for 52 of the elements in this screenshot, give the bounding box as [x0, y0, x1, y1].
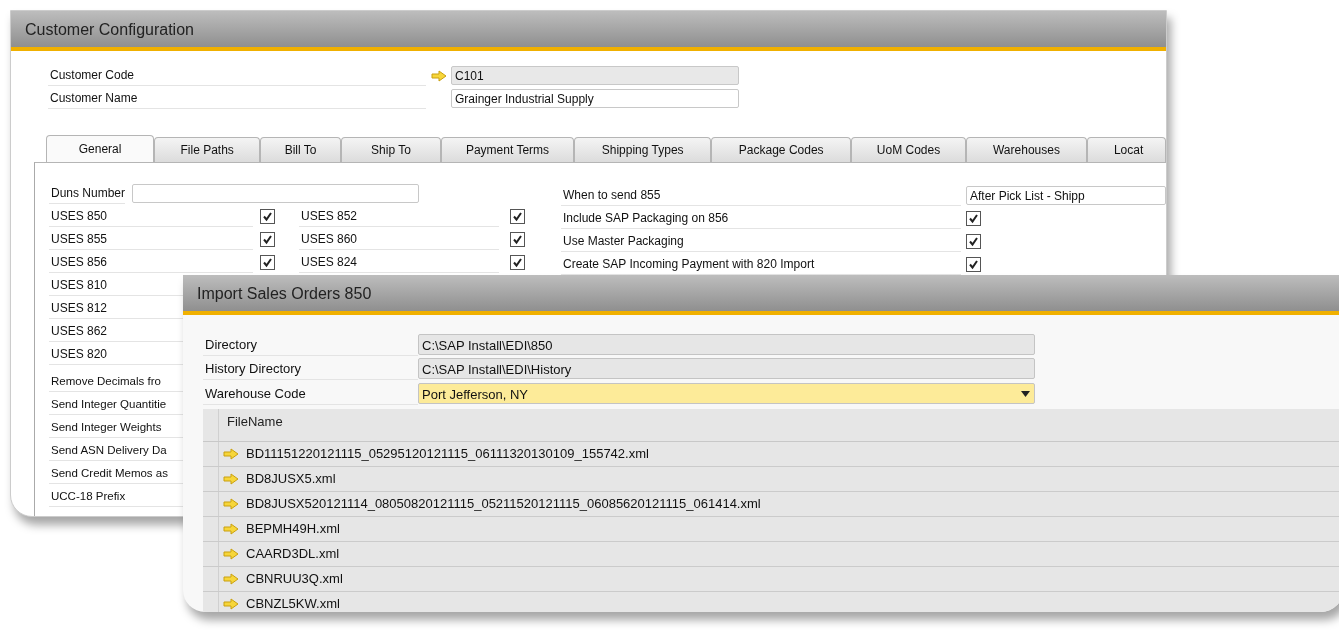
checkbox[interactable]: [260, 209, 275, 224]
field-label: Directory: [203, 332, 418, 356]
window-title: Import Sales Orders 850: [183, 275, 1339, 315]
tab[interactable]: Locat: [1086, 137, 1166, 162]
field-label: Duns Number: [49, 183, 126, 204]
tab[interactable]: File Paths: [154, 137, 261, 162]
field-label: USES 850: [49, 206, 253, 227]
table-cell: CBNZL5KW.xml: [246, 596, 340, 611]
table-cell: BEPMH49H.xml: [246, 521, 340, 536]
tab[interactable]: Package Codes: [711, 137, 851, 162]
checkbox[interactable]: [510, 209, 525, 224]
text-field[interactable]: C101: [451, 66, 739, 85]
text-field[interactable]: Grainger Industrial Supply: [451, 89, 739, 108]
tab[interactable]: Ship To: [340, 137, 442, 162]
checkbox[interactable]: [966, 257, 981, 272]
tab[interactable]: Warehouses: [966, 137, 1087, 162]
field-label: USES 860: [299, 229, 499, 250]
tab[interactable]: Payment Terms: [441, 137, 574, 162]
field-label: Warehouse Code: [203, 381, 418, 405]
field-label: Include SAP Packaging on 856: [561, 208, 961, 229]
field-label: Customer Code: [48, 65, 426, 86]
text-field[interactable]: [132, 184, 420, 203]
table-cell: BD8JUSX520121114_08050820121115_05211520121115_06085620121115_061414.xml: [246, 496, 761, 511]
tab[interactable]: UoM Codes: [851, 137, 966, 162]
checkbox[interactable]: [510, 232, 525, 247]
table-cell: CAARD3DL.xml: [246, 546, 340, 561]
table-cell: BD8JUSX5.xml: [246, 471, 336, 486]
checkbox[interactable]: [260, 255, 275, 270]
dropdown-field[interactable]: Port Jefferson, NY: [418, 382, 1035, 404]
caret-icon[interactable]: [1021, 390, 1030, 397]
text-field[interactable]: C:\SAP Install\EDI\History: [418, 358, 1035, 380]
tab[interactable]: Bill To: [260, 137, 341, 162]
field-label: Customer Name: [48, 88, 426, 109]
checkbox[interactable]: [510, 255, 525, 270]
field-label: USES 824: [299, 252, 499, 273]
field-label: History Directory: [203, 357, 418, 381]
table-cell: BD11151220121115_05295120121115_06111320130109_155742.xml: [246, 446, 649, 461]
checkbox[interactable]: [260, 232, 275, 247]
field-label: Use Master Packaging: [561, 231, 961, 252]
field-label: USES 855: [49, 229, 253, 250]
window-title: Customer Configuration: [11, 11, 1166, 51]
checkbox[interactable]: [966, 211, 981, 226]
field-label: USES 856: [49, 252, 253, 273]
text-field[interactable]: C:\SAP Install\EDI\850: [418, 333, 1035, 355]
checkbox[interactable]: [966, 234, 981, 249]
column-header[interactable]: FileName: [219, 408, 283, 441]
field-label: When to send 855: [561, 185, 961, 206]
tab[interactable]: General: [46, 135, 155, 162]
field-label: USES 852: [299, 206, 499, 227]
dropdown-field[interactable]: After Pick List - Shipp: [966, 186, 1166, 205]
table-cell: CBNRUU3Q.xml: [246, 571, 343, 586]
tab[interactable]: Shipping Types: [573, 137, 712, 162]
